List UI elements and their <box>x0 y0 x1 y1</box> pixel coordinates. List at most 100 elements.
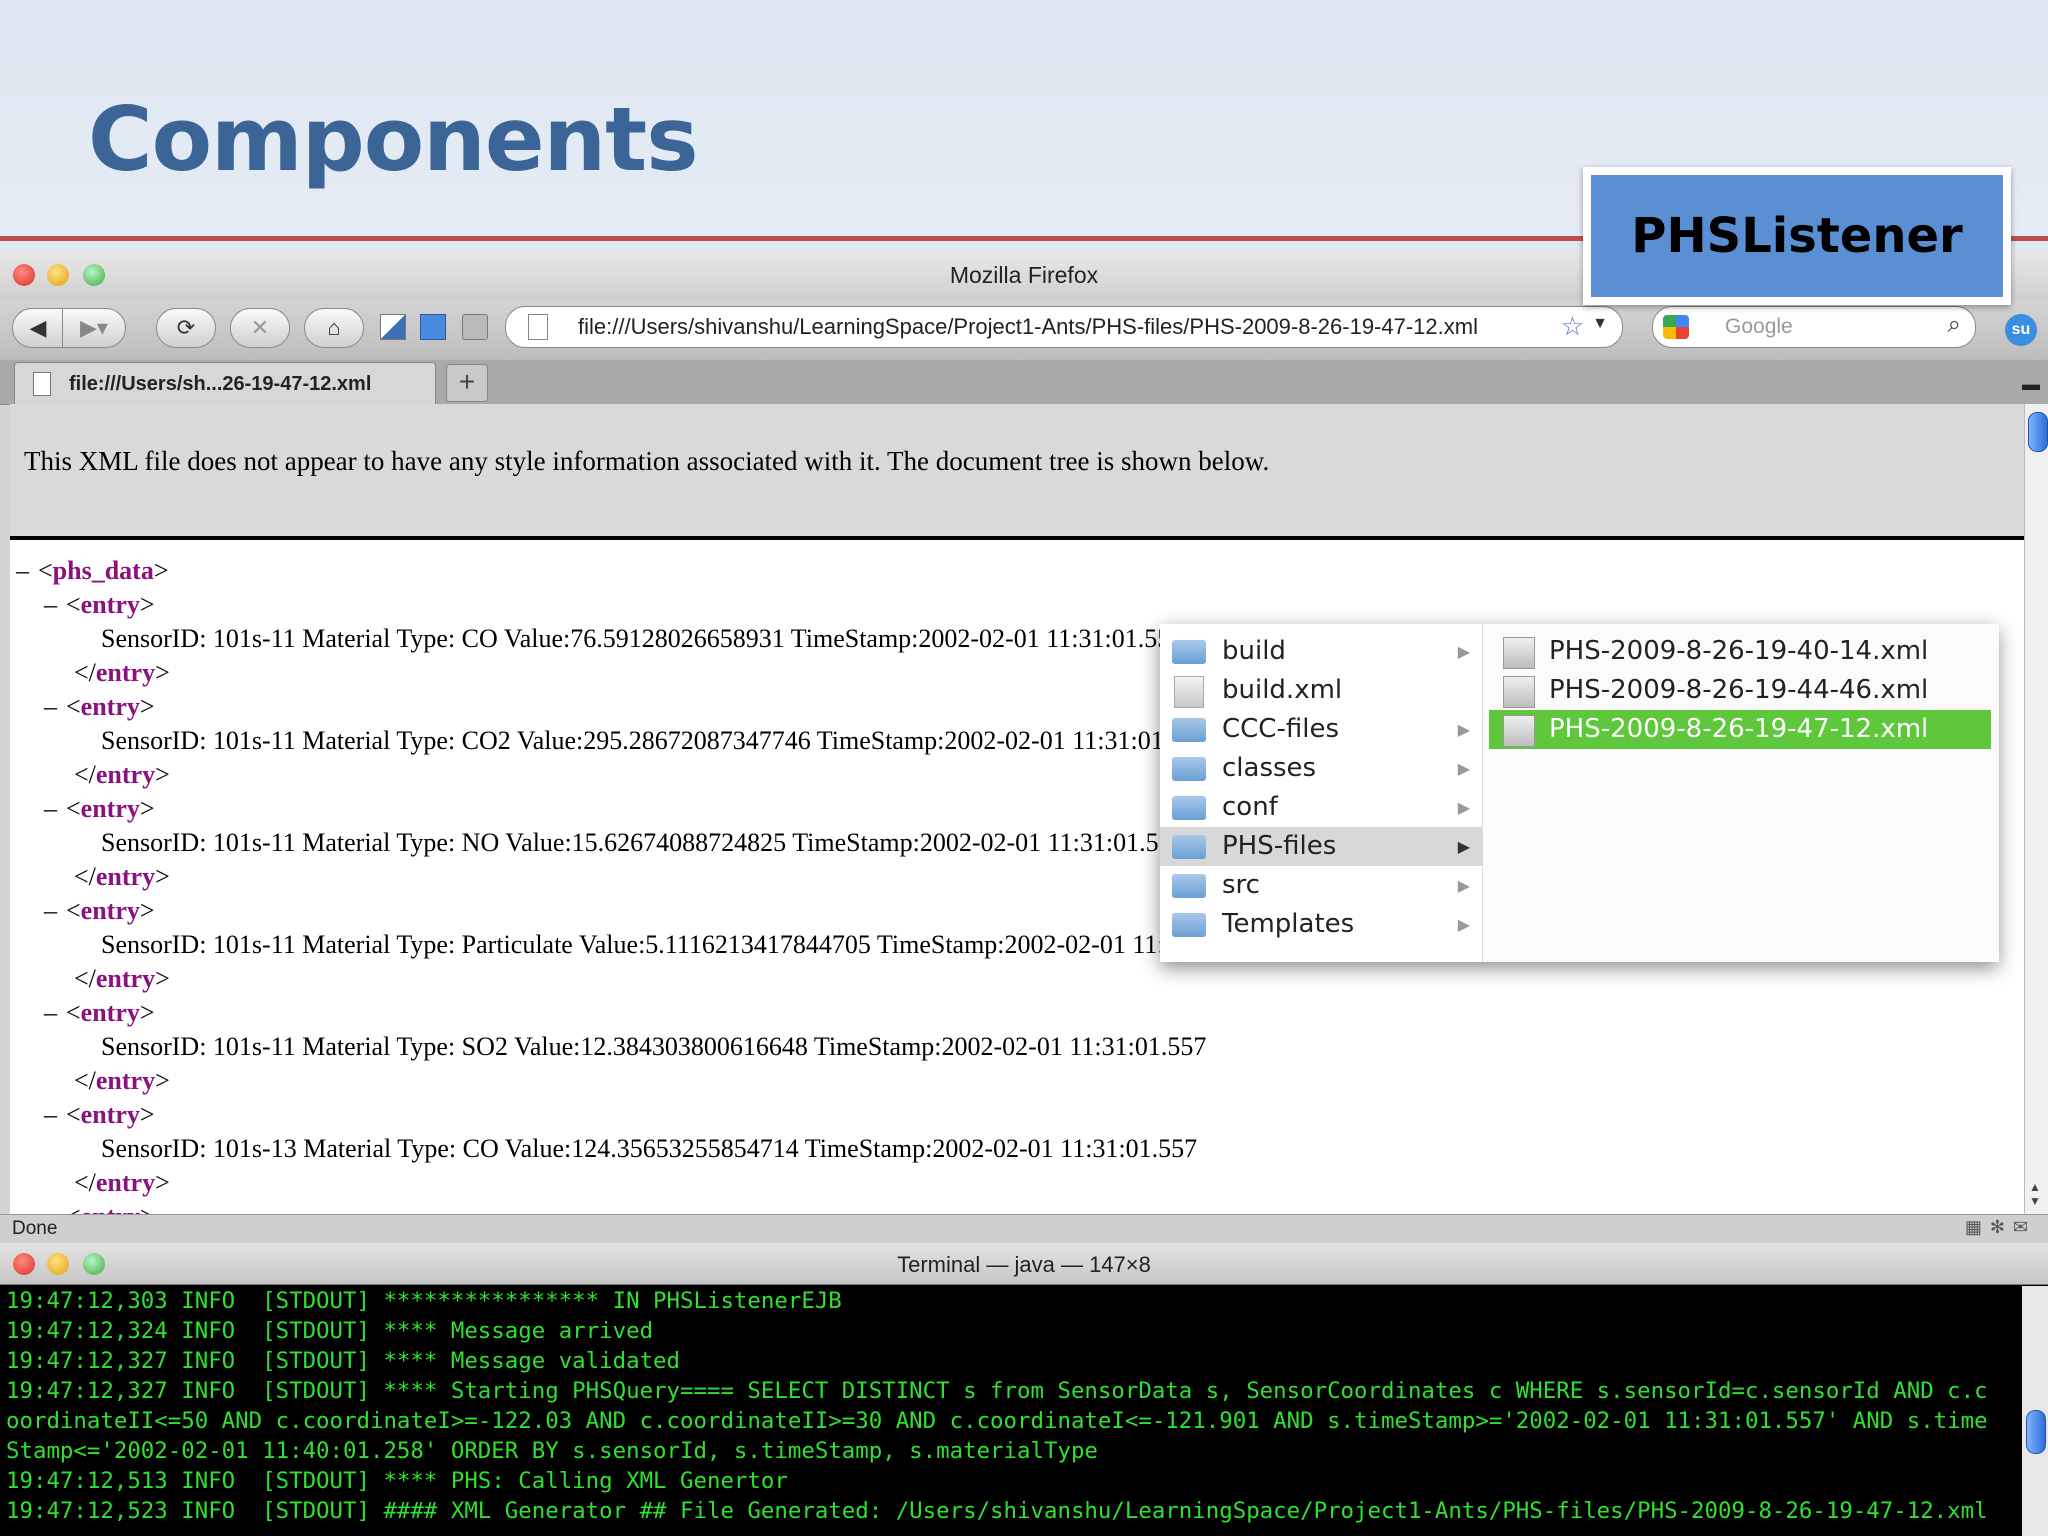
menu-item-templates[interactable]: Templates ▶ <box>1160 905 1482 944</box>
tab-xml-file[interactable]: file:///Users/sh...26-19-47-12.xml <box>14 362 436 405</box>
search-icon[interactable]: ⌕ <box>1948 311 1961 339</box>
page-scrollbar[interactable]: ▲ ▼ <box>2024 404 2048 1214</box>
xml-root-tag[interactable]: – <phs_data> <box>16 554 1269 588</box>
menu-item-src[interactable]: src ▶ <box>1160 866 1482 905</box>
terminal-scrollbar[interactable] <box>2022 1286 2048 1536</box>
terminal-title: Terminal — java — 147×8 <box>897 1252 1151 1277</box>
menu-item-classes[interactable]: classes ▶ <box>1160 749 1482 788</box>
status-text: Done <box>12 1218 58 1239</box>
tag-close-bracket: > <box>139 998 155 1027</box>
xml-entry-open[interactable]: –<entry> <box>16 894 1269 928</box>
star-icon[interactable]: ☆ <box>1561 311 1584 342</box>
collapse-toggle[interactable]: – <box>44 588 66 622</box>
collapse-toggle[interactable]: – <box>44 996 66 1030</box>
submenu-file-item[interactable]: PHS-2009-8-26-19-40-14.xml <box>1489 632 1991 671</box>
collapse-toggle[interactable]: – <box>16 554 38 588</box>
menu-item-label: Templates <box>1222 909 1355 939</box>
xml-entry-open[interactable]: –<entry> <box>16 792 1269 826</box>
menu-item-conf[interactable]: conf ▶ <box>1160 788 1482 827</box>
menu-item-label: src <box>1222 870 1260 900</box>
xml-entry-open[interactable]: –<entry> <box>16 588 1269 622</box>
url-bar[interactable]: file:///Users/shivanshu/LearningSpace/Pr… <box>505 306 1623 348</box>
menu-item-label: PHS-files <box>1222 831 1337 861</box>
search-bar[interactable]: Google ⌕ <box>1652 306 1976 348</box>
tag-open-bracket: </ <box>74 862 96 891</box>
xml-file-icon <box>1503 715 1535 747</box>
xml-entry-open[interactable]: –<entry> <box>16 996 1269 1030</box>
submenu-file-label: PHS-2009-8-26-19-47-12.xml <box>1549 714 1929 744</box>
toolbar-window-icon[interactable] <box>420 314 446 340</box>
folder-icon <box>1172 835 1206 859</box>
menu-item-build-xml[interactable]: build.xml <box>1160 671 1482 710</box>
bookmark-icon[interactable] <box>380 314 406 340</box>
google-engine-icon[interactable] <box>1663 315 1689 339</box>
xml-entry-open[interactable]: –<entry> <box>16 1200 1269 1214</box>
reload-button[interactable]: ⟳ <box>156 308 216 348</box>
list-tabs-icon[interactable]: ▬ <box>2022 374 2040 395</box>
tag-close-bracket: > <box>139 692 155 721</box>
chevron-right-icon: ▶ <box>1457 759 1470 778</box>
new-tab-button[interactable]: + <box>446 364 488 402</box>
search-input[interactable]: Google <box>1725 315 1793 339</box>
tag-open-bracket: </ <box>74 658 96 687</box>
back-button[interactable]: ◀ <box>12 308 64 348</box>
page-icon <box>528 314 548 340</box>
menu-item-build[interactable]: build ▶ <box>1160 632 1482 671</box>
tag-open-bracket: < <box>66 896 81 925</box>
tag-open-bracket: </ <box>74 760 96 789</box>
tag-name: phs_data <box>52 556 154 585</box>
tag-close-bracket: > <box>139 590 155 619</box>
terminal-output[interactable]: 19:47:12,303 INFO [STDOUT] *************… <box>6 1286 2016 1534</box>
chevron-right-icon: ▶ <box>1457 876 1470 895</box>
menu-item-label: build.xml <box>1222 675 1343 705</box>
tag-close-bracket: > <box>155 760 170 789</box>
collapse-toggle[interactable]: – <box>44 690 66 724</box>
tab-bar: file:///Users/sh...26-19-47-12.xml + ▬ <box>0 360 2048 405</box>
xml-entry-text: SensorID: 101s-11 Material Type: CO2 Val… <box>101 726 1210 755</box>
home-button[interactable]: ⌂ <box>304 308 364 348</box>
menu-item-label: conf <box>1222 792 1278 822</box>
xml-entry-text: SensorID: 101s-11 Material Type: CO Valu… <box>101 624 1184 653</box>
tag-open-bracket: </ <box>74 1066 96 1095</box>
terminal-window: Terminal — java — 147×8 19:47:12,303 INF… <box>0 1244 2048 1536</box>
url-dropdown-icon[interactable]: ▼ <box>1592 315 1608 333</box>
xml-entry-close: </entry> <box>16 1064 1269 1098</box>
document-icon <box>33 372 51 396</box>
terminal-scroll-thumb[interactable] <box>2026 1410 2046 1454</box>
tab-label: file:///Users/sh...26-19-47-12.xml <box>69 373 372 395</box>
tag-name: entry <box>80 794 140 823</box>
collapse-toggle[interactable]: – <box>44 894 66 928</box>
xml-entry-text: SensorID: 101s-13 Material Type: CO Valu… <box>101 1134 1198 1163</box>
tag-name: entry <box>80 590 140 619</box>
xml-entry-open[interactable]: –<entry> <box>16 690 1269 724</box>
submenu-file-item[interactable]: PHS-2009-8-26-19-44-46.xml <box>1489 671 1991 710</box>
menu-item-label: build <box>1222 636 1286 666</box>
forward-button[interactable]: ▶▾ <box>62 308 126 348</box>
terminal-titlebar: Terminal — java — 147×8 <box>0 1244 2048 1285</box>
stumbleupon-icon[interactable]: su <box>2005 314 2037 346</box>
chevron-right-icon: ▶ <box>1457 642 1470 661</box>
xml-document-tree: – <phs_data> – <entry> SensorID: 101s-11 Mat… <box>16 554 1269 1214</box>
stop-button[interactable]: ✕ <box>230 308 290 348</box>
tag-open-bracket: < <box>66 590 81 619</box>
xml-entry-open[interactable]: –<entry> <box>16 1098 1269 1132</box>
terminal-line: 19:47:12,303 INFO [STDOUT] *************… <box>6 1288 842 1314</box>
tag-open-bracket: < <box>66 998 81 1027</box>
tag-open-bracket: </ <box>74 964 96 993</box>
terminal-line: 19:47:12,327 INFO [STDOUT] **** Message … <box>6 1348 681 1374</box>
tag-name: entry <box>80 692 140 721</box>
tag-close-bracket: > <box>155 658 170 687</box>
chevron-right-icon: ▶ <box>1457 720 1470 739</box>
collapse-toggle[interactable]: – <box>44 792 66 826</box>
scroll-arrows-icon[interactable]: ▲ ▼ <box>2029 1180 2041 1208</box>
collapse-toggle[interactable]: – <box>44 1200 66 1214</box>
submenu-file-item[interactable]: PHS-2009-8-26-19-47-12.xml <box>1489 710 1991 749</box>
menu-item-ccc-files[interactable]: CCC-files ▶ <box>1160 710 1482 749</box>
collapse-toggle[interactable]: – <box>44 1098 66 1132</box>
folder-icon <box>1172 718 1206 742</box>
tag-close-bracket: > <box>155 1168 170 1197</box>
print-icon[interactable] <box>462 314 488 340</box>
scroll-thumb[interactable] <box>2028 412 2048 452</box>
url-input[interactable]: file:///Users/shivanshu/LearningSpace/Pr… <box>578 314 1478 340</box>
menu-item-phs-files[interactable]: PHS-files ▶ <box>1160 827 1482 866</box>
